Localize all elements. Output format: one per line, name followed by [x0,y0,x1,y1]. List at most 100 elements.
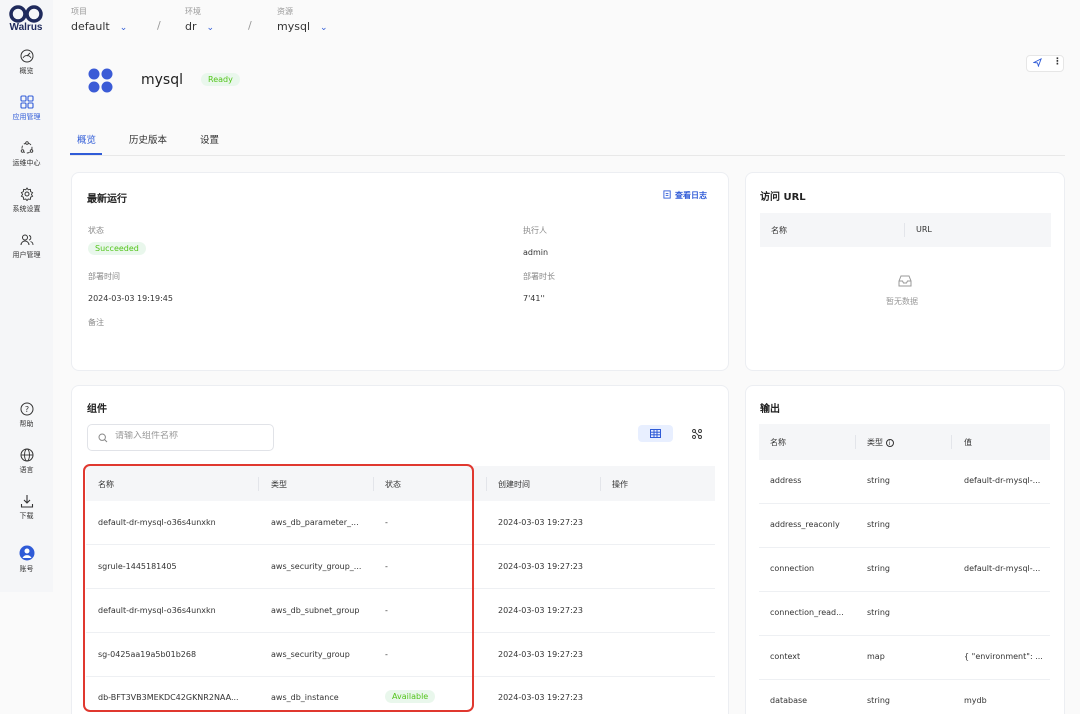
duration-value: 7'41'' [523,294,545,303]
sidebar-item-app-management[interactable]: 应用管理 [0,95,53,122]
card-title: 组件 [87,404,107,415]
run-status-badge: Succeeded [88,242,146,255]
component-created: 2024-03-03 19:27:23 [498,606,583,615]
sidebar-item-language[interactable]: 语言 [0,448,53,475]
tab-overview[interactable]: 概览 [77,132,96,146]
output-name: context [770,652,801,661]
breadcrumb-resource[interactable]: 资源 mysql ⌄ [277,6,328,33]
tab-bar: 概览 历史版本 设置 [70,132,1065,156]
output-value: { "environment": ... [964,652,1043,661]
executor-value: admin [523,248,549,257]
globe-icon [20,448,33,462]
output-type: string [867,476,890,485]
breadcrumb-separator: / [157,19,161,32]
output-value: mydb [964,696,987,705]
chevron-down-icon: ⌄ [206,23,215,33]
breadcrumb-value: dr ⌄ [185,20,214,33]
table-row[interactable]: context map { "environment": ... [759,636,1050,680]
breadcrumb-environment[interactable]: 环境 dr ⌄ [185,6,214,33]
breadcrumb-project[interactable]: 项目 default ⌄ [71,6,127,33]
status-label: 状态 [88,226,104,235]
empty-text: 暂无数据 [886,297,918,306]
tab-history[interactable]: 历史版本 [129,132,167,146]
sidebar-item-label: 系统设置 [12,205,41,213]
card-title: 最新运行 [87,194,127,205]
graph-view-toggle[interactable] [680,425,715,442]
column-header-url: URL [916,225,932,234]
output-type: map [867,652,885,661]
logo-text: Walrus [9,22,43,33]
card-title: 输出 [760,404,780,415]
table-row[interactable]: connection string default-dr-mysql-... [759,548,1050,592]
table-icon [650,429,661,438]
page-title: mysql [141,72,183,88]
apps-grid-icon [19,95,34,109]
tab-settings[interactable]: 设置 [200,132,219,146]
view-logs-link[interactable]: 查看日志 [663,190,707,201]
output-name: connection_read... [770,608,844,617]
sidebar-item-download[interactable]: 下载 [0,494,53,521]
card-title: 访问 URL [760,192,806,203]
deploy-time-label: 部署时间 [88,272,120,281]
component-created: 2024-03-03 19:27:23 [498,518,583,527]
sidebar-item-account[interactable]: 账号 [0,545,53,574]
sidebar-item-user-management[interactable]: 用户管理 [0,233,53,260]
component-created: 2024-03-03 19:27:23 [498,562,583,571]
sidebar-item-label: 语言 [19,466,34,474]
output-name: address [770,476,802,485]
search-field[interactable] [115,431,265,441]
gear-icon [20,187,33,201]
resource-select-value: mysql [277,20,310,33]
info-icon[interactable]: i [885,439,894,447]
type-header-label: 类型 [867,438,883,447]
column-header-type: 类型 i [867,437,894,448]
send-icon[interactable] [1032,57,1042,70]
breadcrumb-separator: / [248,19,252,32]
breadcrumb-label: 项目 [71,7,87,16]
resource-app-icon [88,68,113,93]
walrus-logo[interactable]: Walrus [5,5,47,35]
account-icon [19,545,34,561]
table-view-toggle[interactable] [638,425,673,442]
sidebar-item-label: 概览 [19,67,34,75]
table-row[interactable]: connection_read... string [759,592,1050,636]
sidebar-item-label: 用户管理 [12,251,41,259]
output-value: default-dr-mysql-... [964,564,1041,573]
sidebar-item-label: 下载 [19,512,34,520]
component-created: 2024-03-03 19:27:23 [498,650,583,659]
column-header-name: 名称 [771,226,787,235]
column-divider [486,477,487,491]
column-divider [600,477,601,491]
component-search-input[interactable] [87,424,274,451]
sidebar: Walrus 概览 应用管理 运维中心 系统设置 用户管理 ? 帮助 语言 下载… [0,0,53,592]
help-icon: ? [20,402,33,416]
environment-select-value: dr [185,20,197,33]
sidebar-item-system-settings[interactable]: 系统设置 [0,187,53,214]
executor-label: 执行人 [523,226,547,235]
table-row[interactable]: address_reaconly string [759,504,1050,548]
more-icon[interactable]: ⋮ [1053,57,1062,67]
sidebar-item-label: 账号 [19,565,34,573]
sidebar-item-ops-center[interactable]: 运维中心 [0,141,53,168]
view-logs-label: 查看日志 [675,191,707,200]
sidebar-item-label: 帮助 [19,420,34,428]
sidebar-item-help[interactable]: ? 帮助 [0,402,53,429]
dashboard-icon [20,49,33,63]
table-row[interactable]: address string default-dr-mysql-... [759,460,1050,504]
annotation-highlight-box [83,464,474,712]
users-icon [20,234,33,246]
header-actions: ⋮ [1026,55,1064,72]
sidebar-item-label: 应用管理 [12,113,41,121]
component-created: 2024-03-03 19:27:23 [498,693,583,702]
deploy-time-value: 2024-03-03 19:19:45 [88,294,173,303]
table-row[interactable]: database string mydb [759,680,1050,714]
breadcrumb-label: 资源 [277,7,293,16]
output-type: string [867,520,890,529]
column-divider [855,435,856,449]
sidebar-item-overview[interactable]: 概览 [0,49,53,76]
breadcrumb-label: 环境 [185,7,201,16]
search-icon [98,433,108,443]
outputs-table-header: 名称 类型 i 值 [759,424,1050,460]
column-divider [951,435,952,449]
chevron-down-icon: ⌄ [119,23,128,33]
